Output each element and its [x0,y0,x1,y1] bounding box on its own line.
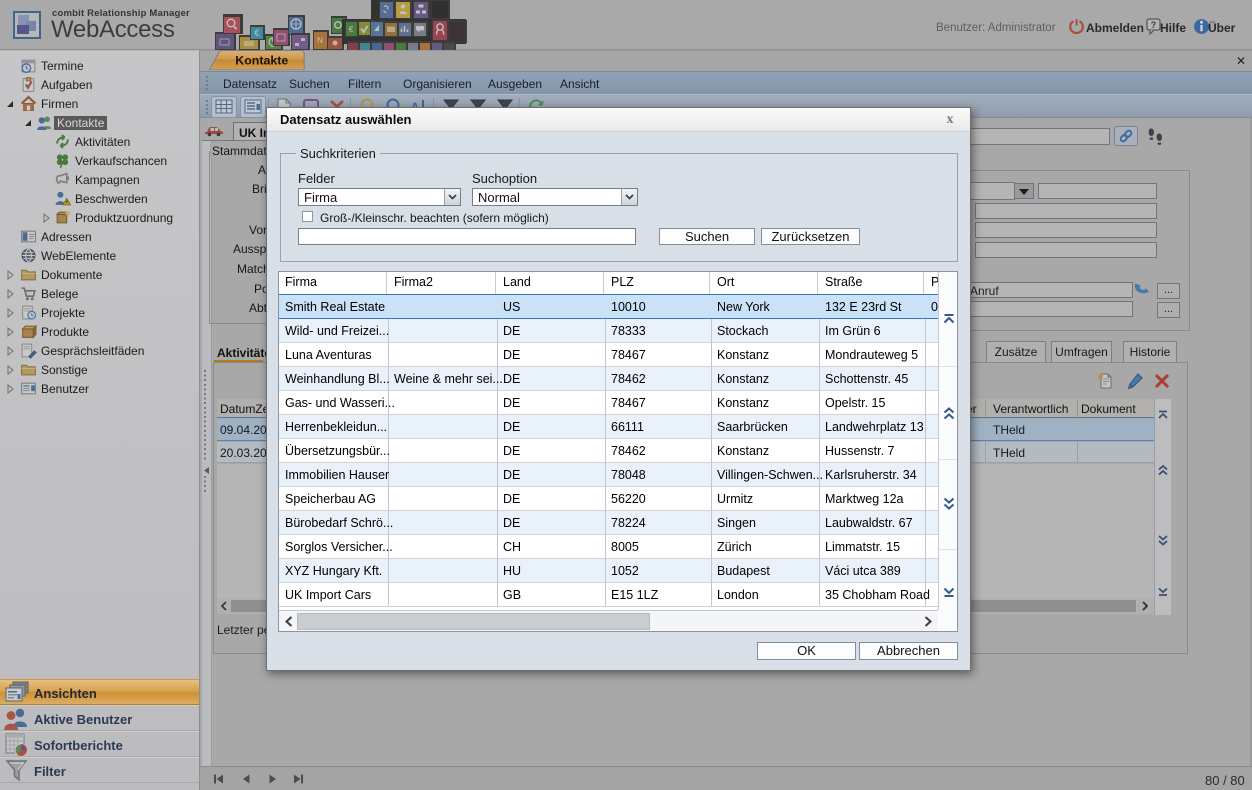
svg-text:Kontakte: Kontakte [235,53,288,67]
svg-text:?: ? [1151,20,1157,30]
